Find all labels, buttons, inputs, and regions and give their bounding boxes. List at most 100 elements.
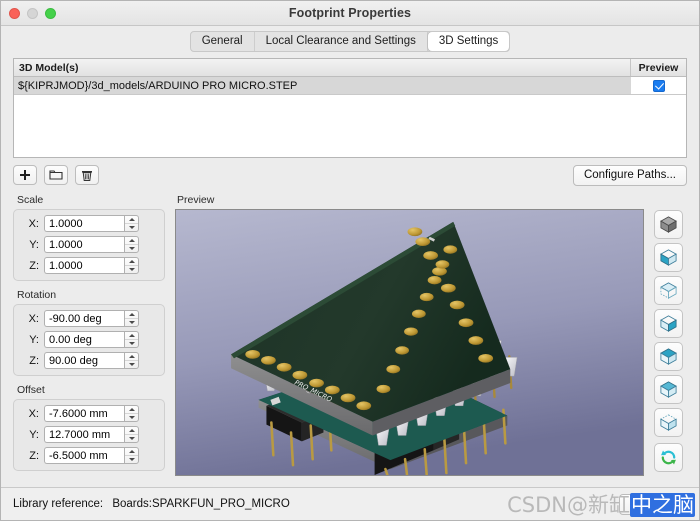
top-view-button[interactable] xyxy=(653,276,683,305)
rotation-x-stepper[interactable]: -90.00 deg xyxy=(44,310,139,327)
offset-y-stepper[interactable]: 12.7000 mm xyxy=(44,426,139,443)
scale-z-label: Z: xyxy=(29,259,39,272)
back-view-button[interactable] xyxy=(653,342,683,371)
offset-x-spin-buttons[interactable] xyxy=(124,405,139,422)
rotation-z-spin-down[interactable] xyxy=(125,361,138,369)
scale-x-stepper[interactable]: 1.0000 xyxy=(44,215,139,232)
close-button[interactable] xyxy=(9,8,20,19)
refresh-preview-button[interactable] xyxy=(653,443,683,472)
offset-x-stepper[interactable]: -7.6000 mm xyxy=(44,405,139,422)
front-left-view-button[interactable] xyxy=(653,243,683,272)
scale-z-spin-buttons[interactable] xyxy=(124,257,139,274)
browse-model-button[interactable] xyxy=(44,165,68,185)
offset-x-input[interactable]: -7.6000 mm xyxy=(44,405,124,422)
view-cube-front-left-icon xyxy=(659,249,677,266)
chevron-down-icon xyxy=(128,267,135,271)
cancel-button[interactable]: Cancel xyxy=(619,493,685,515)
tab-3d-settings[interactable]: 3D Settings xyxy=(427,31,510,51)
rotation-y-spin-down[interactable] xyxy=(125,340,138,348)
isometric-view-button[interactable] xyxy=(653,210,683,239)
rotation-z-spin-buttons[interactable] xyxy=(124,352,139,369)
model-preview-cell[interactable] xyxy=(631,77,686,94)
folder-icon xyxy=(49,170,63,180)
model-list-empty-area[interactable] xyxy=(14,95,686,157)
offset-y-spin-buttons[interactable] xyxy=(124,426,139,443)
scale-group-title: Scale xyxy=(17,194,44,206)
rotation-x-spin-buttons[interactable] xyxy=(124,310,139,327)
scale-x-input[interactable]: 1.0000 xyxy=(44,215,124,232)
scale-group: Scale X: 1.0000 Y: 1.0000 Z: 1.0000 xyxy=(13,194,165,281)
plus-icon xyxy=(20,170,30,180)
offset-x-spin-down[interactable] xyxy=(125,414,138,422)
scale-z-row: Z: 1.0000 xyxy=(21,257,157,274)
rotation-y-spin-buttons[interactable] xyxy=(124,331,139,348)
offset-x-label: X: xyxy=(28,407,39,420)
rotation-z-input[interactable]: 90.00 deg xyxy=(44,352,124,369)
tab-group: General Local Clearance and Settings 3D … xyxy=(189,30,511,52)
trash-icon xyxy=(82,170,92,181)
rotation-y-stepper[interactable]: 0.00 deg xyxy=(44,331,139,348)
preview-area: PRO_MICRO xyxy=(175,209,687,476)
minimize-button[interactable] xyxy=(27,8,38,19)
chevron-down-icon xyxy=(128,246,135,250)
offset-group-title: Offset xyxy=(17,384,45,396)
chevron-up-icon xyxy=(128,217,135,221)
offset-x-spin-up[interactable] xyxy=(125,406,138,414)
tab-local-clearance-and-settings[interactable]: Local Clearance and Settings xyxy=(255,31,428,51)
column-header-model: 3D Model(s) xyxy=(14,59,631,76)
rotation-x-input[interactable]: -90.00 deg xyxy=(44,310,124,327)
window-controls xyxy=(9,8,56,19)
offset-y-spin-down[interactable] xyxy=(125,435,138,443)
rotation-z-spin-up[interactable] xyxy=(125,353,138,361)
scale-x-spin-buttons[interactable] xyxy=(124,215,139,232)
rotation-group-title: Rotation xyxy=(17,289,57,301)
bottom-view-button[interactable] xyxy=(653,408,683,437)
offset-y-input[interactable]: 12.7000 mm xyxy=(44,426,124,443)
rotation-y-spin-up[interactable] xyxy=(125,332,138,340)
model-path-cell[interactable]: ${KIPRJMOD}/3d_models/ARDUINO PRO MICRO.… xyxy=(14,77,631,94)
offset-y-spin-up[interactable] xyxy=(125,427,138,435)
rotation-y-input[interactable]: 0.00 deg xyxy=(44,331,124,348)
scale-x-spin-down[interactable] xyxy=(125,224,138,232)
view-toolbar xyxy=(649,209,687,476)
view-cube-right-icon xyxy=(659,315,677,332)
scale-y-stepper[interactable]: 1.0000 xyxy=(44,236,139,253)
rotation-z-row: Z: 90.00 deg xyxy=(21,352,157,369)
library-reference-value: Boards:SPARKFUN_PRO_MICRO xyxy=(112,498,290,510)
scale-z-spin-up[interactable] xyxy=(125,258,138,266)
scale-y-input[interactable]: 1.0000 xyxy=(44,236,124,253)
left-view-button[interactable] xyxy=(653,375,683,404)
column-header-preview: Preview xyxy=(638,61,679,74)
scale-z-spin-down[interactable] xyxy=(125,266,138,274)
scale-x-spin-up[interactable] xyxy=(125,216,138,224)
offset-z-input[interactable]: -6.5000 mm xyxy=(44,447,124,464)
rotation-x-spin-down[interactable] xyxy=(125,319,138,327)
offset-z-spin-up[interactable] xyxy=(125,448,138,456)
add-model-button[interactable] xyxy=(13,165,37,185)
isometric-cube-icon xyxy=(659,216,677,233)
offset-z-spin-buttons[interactable] xyxy=(124,447,139,464)
3d-preview-canvas[interactable]: PRO_MICRO xyxy=(175,209,644,476)
rotation-z-stepper[interactable]: 90.00 deg xyxy=(44,352,139,369)
model-list-row[interactable]: ${KIPRJMOD}/3d_models/ARDUINO PRO MICRO.… xyxy=(14,77,686,95)
rotation-x-row: X: -90.00 deg xyxy=(21,310,157,327)
offset-z-stepper[interactable]: -6.5000 mm xyxy=(44,447,139,464)
tab-general[interactable]: General xyxy=(191,31,255,51)
preview-column: Preview PRO_MICRO xyxy=(175,194,687,476)
chevron-up-icon xyxy=(128,407,135,411)
scale-y-spin-up[interactable] xyxy=(125,237,138,245)
scale-y-label: Y: xyxy=(29,238,39,251)
delete-model-button[interactable] xyxy=(75,165,99,185)
configure-paths-button[interactable]: Configure Paths... xyxy=(572,164,687,186)
offset-z-spin-down[interactable] xyxy=(125,456,138,464)
rotation-x-spin-up[interactable] xyxy=(125,311,138,319)
maximize-button[interactable] xyxy=(45,8,56,19)
scale-z-stepper[interactable]: 1.0000 xyxy=(44,257,139,274)
preview-checkbox[interactable] xyxy=(652,79,665,92)
scale-y-spin-buttons[interactable] xyxy=(124,236,139,253)
scale-y-spin-down[interactable] xyxy=(125,245,138,253)
scale-z-input[interactable]: 1.0000 xyxy=(44,257,124,274)
chevron-down-icon xyxy=(128,436,135,440)
right-view-button[interactable] xyxy=(653,309,683,338)
scale-x-label: X: xyxy=(28,217,39,230)
